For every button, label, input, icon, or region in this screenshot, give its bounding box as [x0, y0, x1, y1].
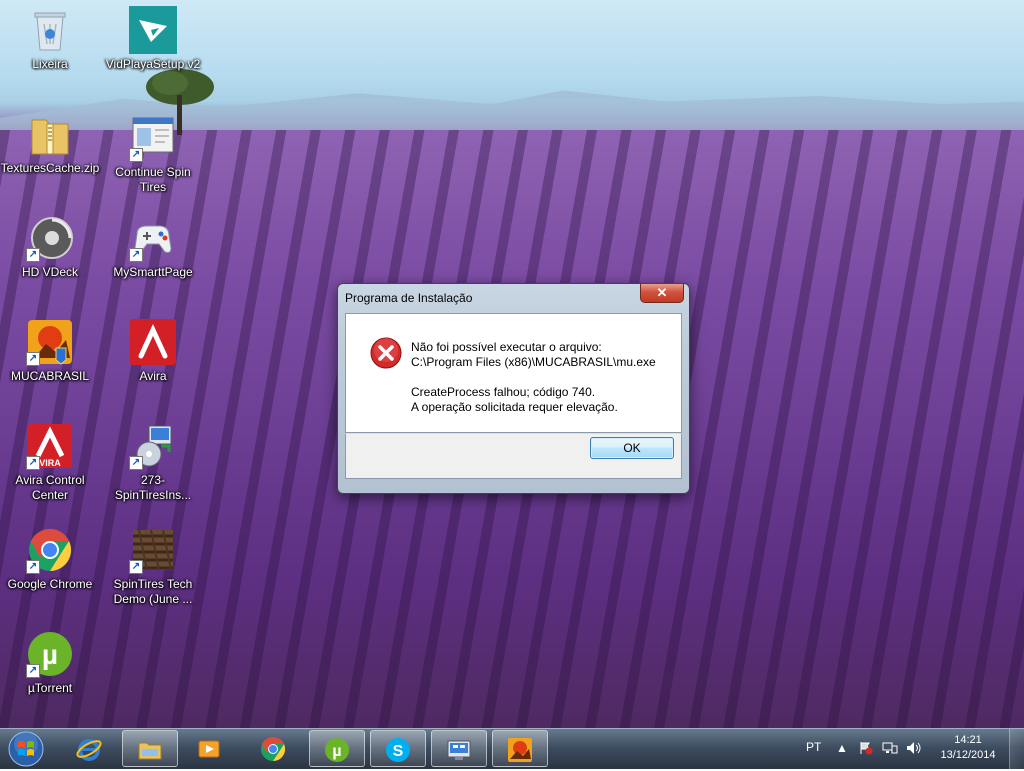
hd-vdeck-icon: ↗: [26, 214, 74, 262]
skype-icon: S: [386, 738, 410, 762]
taskbar-internet-explorer[interactable]: [62, 730, 118, 767]
start-button[interactable]: [6, 730, 46, 768]
desktop-icon-label: SpinTires Tech Demo (June ...: [113, 577, 193, 606]
google-chrome-icon: [261, 736, 286, 762]
desktop-icon-label: TexturesCache.zip: [0, 161, 100, 175]
desktop-icon-vidplayasetup[interactable]: VidPlayaSetup v2: [103, 6, 203, 72]
desktop-icon-label: Continue Spin Tires: [115, 165, 191, 194]
gamepad-icon: ↗: [129, 214, 177, 262]
google-chrome-icon: ↗: [26, 526, 74, 574]
desktop-icon-google-chrome[interactable]: ↗ Google Chrome: [0, 526, 100, 592]
taskbar-windows-explorer[interactable]: [122, 730, 178, 767]
error-file-path: C:\Program Files (x86)\MUCABRASIL\mu.exe: [411, 355, 656, 369]
shortcut-arrow-icon: ↗: [129, 560, 143, 574]
taskbar-skype[interactable]: S: [370, 730, 426, 767]
shortcut-arrow-icon: ↗: [26, 456, 40, 470]
taskbar-mucabrasil[interactable]: [492, 730, 548, 767]
svg-text:µ: µ: [42, 639, 58, 670]
ok-button[interactable]: OK: [590, 437, 674, 459]
dialog-footer: OK: [345, 433, 682, 479]
desktop-icon-273-spintires[interactable]: ↗ 273-SpinTiresIns...: [103, 422, 203, 503]
desktop-icon-label: Google Chrome: [7, 577, 93, 591]
taskbar-utorrent[interactable]: µ: [309, 730, 365, 767]
recycle-bin-icon: [26, 6, 74, 54]
error-code-line: CreateProcess falhou; código 740.: [411, 385, 596, 399]
desktop-icon-avira-control-center[interactable]: VIRA ↗ Avira Control Center: [0, 422, 100, 503]
desktop-icon-label: HD VDeck: [21, 265, 78, 279]
error-elevation-line: A operação solicitada requer elevação.: [411, 400, 618, 414]
shortcut-arrow-icon: ↗: [129, 148, 143, 162]
desktop-icon-mucabrasil[interactable]: ↗ MUCABRASIL: [0, 318, 100, 384]
windows-logo-icon: [8, 731, 44, 767]
mucabrasil-icon: [508, 738, 532, 762]
desktop-icon-avira[interactable]: Avira: [103, 318, 203, 384]
avira-icon: VIRA ↗: [26, 422, 74, 470]
vidplaya-icon: [129, 6, 177, 54]
shortcut-arrow-icon: ↗: [26, 248, 40, 262]
desktop-icon-utorrent[interactable]: µ ↗ µTorrent: [0, 630, 100, 696]
shortcut-arrow-icon: ↗: [26, 664, 40, 678]
shortcut-arrow-icon: ↗: [129, 248, 143, 262]
volume-icon[interactable]: [906, 741, 922, 757]
show-desktop-button[interactable]: [1009, 729, 1024, 769]
desktop-icon-label: µTorrent: [27, 681, 73, 695]
installer-icon: ↗: [129, 422, 177, 470]
control-panel-icon: [447, 740, 471, 760]
shortcut-arrow-icon: ↗: [26, 352, 40, 366]
clock[interactable]: 14:21 13/12/2014: [932, 733, 1004, 763]
desktop-icon-label: Lixeira: [32, 57, 68, 71]
desktop-icon-label: Avira: [139, 369, 167, 383]
shortcut-arrow-icon: ↗: [129, 456, 143, 470]
desktop-icon-hd-vdeck[interactable]: ↗ HD VDeck: [0, 214, 100, 280]
internet-explorer-icon: [76, 739, 102, 761]
desktop-icon-label: MUCABRASIL: [10, 369, 90, 383]
close-button[interactable]: ✕: [640, 284, 684, 303]
network-icon[interactable]: [882, 741, 898, 757]
svg-text:µ: µ: [332, 743, 341, 760]
shortcut-arrow-icon: ↗: [26, 560, 40, 574]
dialog-title: Programa de Instalação: [345, 291, 473, 305]
error-dialog: Programa de Instalação ✕ Não foi possíve…: [337, 283, 690, 494]
desktop-icon-mysmarttpage[interactable]: ↗ MySmarttPage: [103, 214, 203, 280]
desktop-icon-lixeira[interactable]: Lixeira: [0, 6, 100, 72]
desktop-icon-label: VidPlayaSetup v2: [105, 57, 201, 71]
desktop-icon-continue-spin-tires[interactable]: ↗ Continue Spin Tires: [103, 114, 203, 195]
windows-explorer-icon: [138, 742, 162, 760]
window-app-icon: ↗: [129, 114, 177, 162]
desktop-icon-label: 273-SpinTiresIns...: [114, 473, 192, 502]
media-player-icon: [198, 740, 220, 758]
error-message-line: Não foi possível executar o arquivo:: [411, 340, 602, 354]
desktop-icon-label: Avira Control Center: [15, 473, 85, 502]
error-icon: [370, 337, 402, 369]
mucabrasil-icon: ↗: [26, 318, 74, 366]
avira-icon: [129, 318, 177, 366]
show-hidden-icons-button[interactable]: ▲: [836, 741, 852, 757]
zip-folder-icon: [26, 110, 74, 158]
clock-time: 14:21: [954, 734, 982, 746]
taskbar: µ S PT ▲ 14:21 13/12/2014: [0, 728, 1024, 769]
desktop-icon-texturescache[interactable]: TexturesCache.zip: [0, 110, 100, 176]
utorrent-icon: µ: [325, 738, 349, 762]
clock-date: 13/12/2014: [940, 749, 996, 761]
taskbar-media-player[interactable]: [182, 730, 238, 767]
dialog-body: Não foi possível executar o arquivo: C:\…: [345, 313, 682, 433]
taskbar-google-chrome[interactable]: [246, 730, 302, 767]
svg-text:S: S: [393, 743, 404, 760]
language-indicator[interactable]: PT: [806, 740, 821, 754]
utorrent-icon: µ ↗: [26, 630, 74, 678]
desktop-icon-label: MySmarttPage: [113, 265, 193, 279]
desktop-icon-spintires-tech-demo[interactable]: ↗ SpinTires Tech Demo (June ...: [103, 526, 203, 607]
action-center-flag-icon[interactable]: [859, 741, 875, 757]
spintires-icon: ↗: [129, 526, 177, 574]
svg-text:VIRA: VIRA: [39, 458, 61, 468]
taskbar-control-panel[interactable]: [431, 730, 487, 767]
